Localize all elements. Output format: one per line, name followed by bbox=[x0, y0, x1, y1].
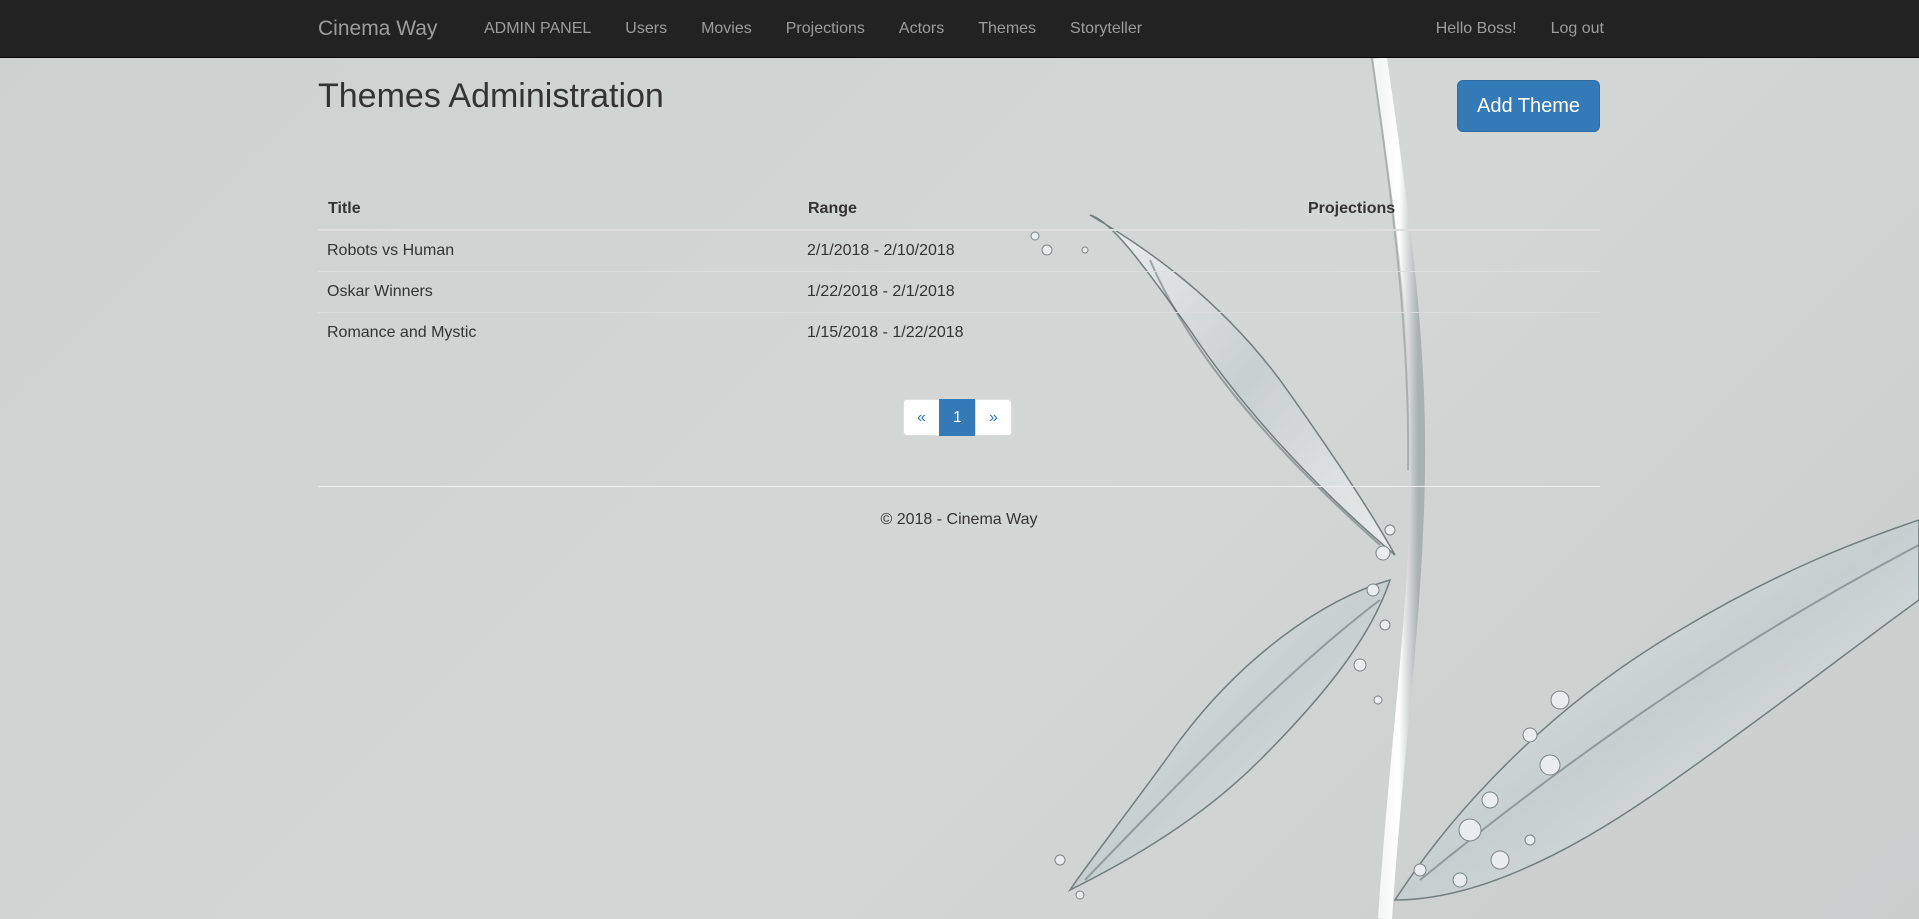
table-row: Romance and Mystic 1/15/2018 - 1/22/2018 bbox=[318, 311, 1600, 353]
pagination: « 1 » bbox=[903, 399, 1012, 436]
nav-users[interactable]: Users bbox=[608, 0, 684, 57]
cell-projections bbox=[1298, 270, 1600, 312]
cell-title: Robots vs Human bbox=[318, 229, 798, 271]
pagination-next-button[interactable]: » bbox=[975, 399, 1012, 436]
cell-range: 1/15/2018 - 1/22/2018 bbox=[798, 311, 1298, 353]
nav-admin-panel[interactable]: ADMIN PANEL bbox=[467, 0, 608, 57]
page-title: Themes Administration bbox=[318, 77, 664, 115]
nav-projections[interactable]: Projections bbox=[769, 0, 882, 57]
logout-link[interactable]: Log out bbox=[1534, 0, 1621, 57]
footer-copyright: © 2018 - Cinema Way bbox=[880, 511, 1038, 528]
cell-title: Oskar Winners bbox=[318, 270, 798, 312]
themes-table: Title Range Projections Robots vs Human … bbox=[318, 188, 1600, 353]
brand-link[interactable]: Cinema Way bbox=[318, 0, 437, 57]
cell-projections bbox=[1298, 311, 1600, 353]
main-nav: ADMIN PANEL Users Movies Projections Act… bbox=[467, 0, 1159, 57]
add-theme-button[interactable]: Add Theme bbox=[1457, 80, 1600, 132]
table-row: Oskar Winners 1/22/2018 - 2/1/2018 bbox=[318, 270, 1600, 312]
cell-projections bbox=[1298, 229, 1600, 271]
nav-storyteller[interactable]: Storyteller bbox=[1053, 0, 1159, 57]
table-row: Robots vs Human 2/1/2018 - 2/10/2018 bbox=[318, 229, 1600, 271]
nav-themes[interactable]: Themes bbox=[961, 0, 1053, 57]
table-header-row: Title Range Projections bbox=[318, 188, 1600, 231]
pagination-page-1[interactable]: 1 bbox=[939, 399, 976, 436]
pagination-prev-button[interactable]: « bbox=[903, 399, 940, 436]
top-navbar: Cinema Way ADMIN PANEL Users Movies Proj… bbox=[0, 0, 1919, 58]
header-projections: Projections bbox=[1298, 188, 1600, 231]
cell-range: 1/22/2018 - 2/1/2018 bbox=[798, 270, 1298, 312]
cell-range: 2/1/2018 - 2/10/2018 bbox=[798, 229, 1298, 271]
nav-movies[interactable]: Movies bbox=[684, 0, 769, 57]
user-nav: Hello Boss! Log out bbox=[1419, 0, 1621, 57]
user-greeting-link[interactable]: Hello Boss! bbox=[1419, 0, 1534, 57]
background-leaf-artwork bbox=[1030, 57, 1919, 919]
footer-divider bbox=[318, 486, 1600, 487]
nav-actors[interactable]: Actors bbox=[882, 0, 961, 57]
header-title: Title bbox=[318, 188, 798, 231]
cell-title: Romance and Mystic bbox=[318, 311, 798, 353]
header-range: Range bbox=[798, 188, 1298, 231]
